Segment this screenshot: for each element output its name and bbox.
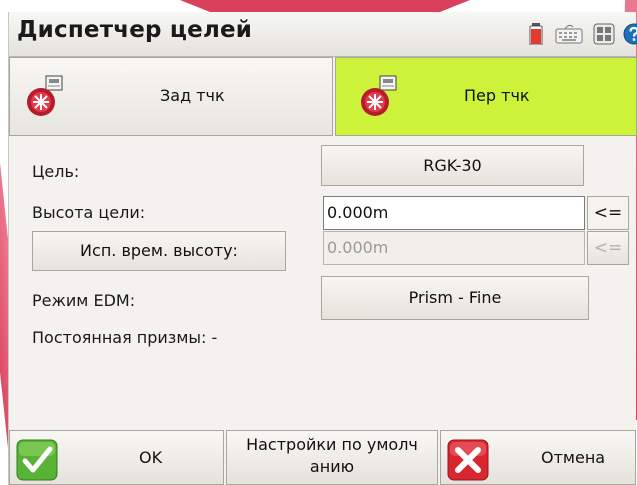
help-icon[interactable] [623,23,637,45]
target-label: Цель: [32,162,80,181]
checkmark-icon [16,439,58,481]
defaults-button-label-line1: Настройки по умолч [246,435,418,454]
temp-height-copy-button: <= [587,231,629,265]
cancel-button[interactable]: Отмена [440,430,636,485]
background-accent-top [180,0,470,12]
input-panel-icon[interactable] [593,23,615,45]
defaults-button[interactable]: Настройки по умолч анию [226,430,438,485]
keyboard-icon[interactable] [555,23,583,45]
target-manager-window: Диспетчер целей Зад тчк Пер тчк Цель: RG… [8,12,637,485]
bottom-button-bar: OK Настройки по умолч анию Отмена [9,430,636,485]
tab-foresight-label: Пер тчк [464,86,530,105]
temp-height-button[interactable]: Исп. врем. высоту: [32,231,286,271]
height-copy-button[interactable]: <= [587,196,629,230]
tab-backsight-label: Зад тчк [160,86,225,105]
target-prism-icon [27,75,63,116]
edm-mode-label: Режим EDM: [32,291,136,310]
tab-foresight[interactable]: Пер тчк [335,57,637,136]
edm-mode-button[interactable]: Prism - Fine [321,276,589,320]
prism-constant-label: Постоянная призмы: - [32,328,218,347]
target-height-label: Высота цели: [32,203,146,222]
battery-icon[interactable] [529,23,543,45]
ok-button[interactable]: OK [9,430,224,485]
title-bar: Диспетчер целей [9,12,637,57]
temp-height-field: 0.000m [323,231,585,265]
ok-button-label: OK [139,448,163,467]
tab-backsight[interactable]: Зад тчк [9,57,333,136]
window-title: Диспетчер целей [17,17,253,43]
cancel-button-label: Отмена [541,448,606,467]
target-height-field[interactable]: 0.000m [323,196,585,230]
target-select-button[interactable]: RGK-30 [321,145,584,186]
target-prism-icon [361,75,397,116]
cancel-x-icon [447,439,489,481]
defaults-button-label-line2: анию [309,457,355,476]
